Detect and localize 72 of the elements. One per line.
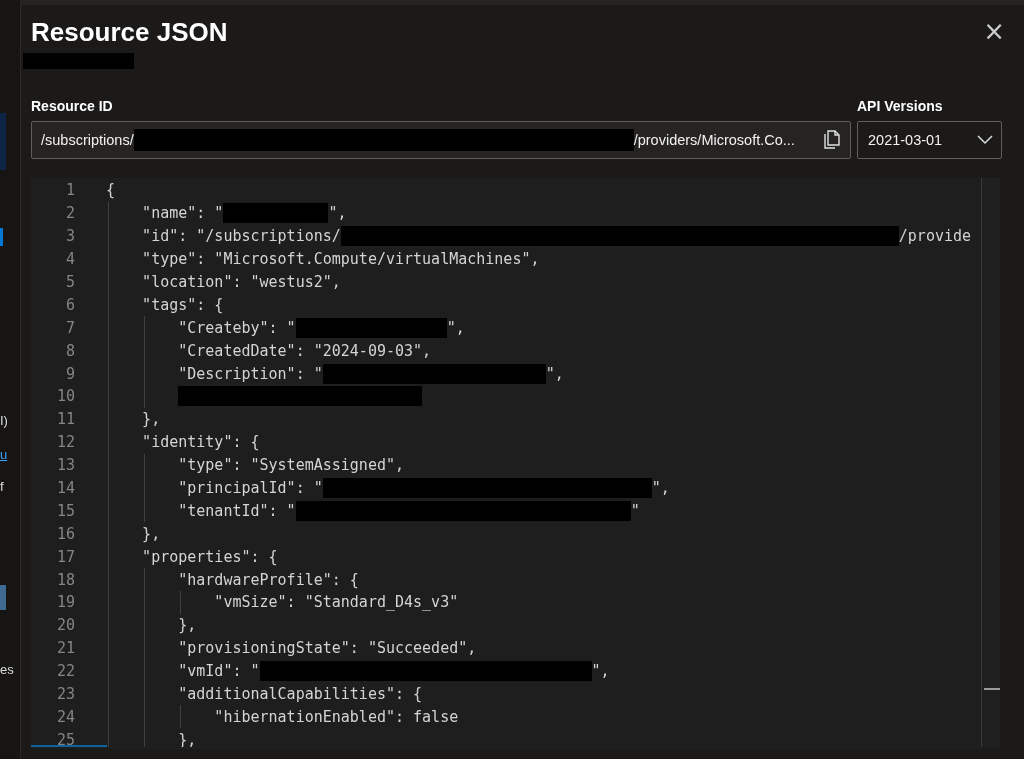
code-text: "identity": { <box>141 433 260 452</box>
line-number: 7 <box>64 318 75 337</box>
line-number: 9 <box>64 364 75 383</box>
code-text: "id": "/subscriptions/ <box>141 227 341 246</box>
code-text: "additionalCapabilities": { <box>177 685 423 704</box>
code-text: }, <box>177 616 197 635</box>
resource-id-field[interactable]: /subscriptions/ /providers/Microsoft.Co... <box>31 121 851 159</box>
line-number: 23 <box>55 685 75 704</box>
background-text: I) <box>0 413 8 429</box>
code-text: "CreatedDate": "2024-09-03", <box>177 341 432 360</box>
code-text: ", <box>328 204 347 223</box>
line-number: 6 <box>64 295 75 314</box>
close-button[interactable]: × <box>983 17 1005 45</box>
line-number: 13 <box>55 456 75 475</box>
code-text: ", <box>651 479 670 497</box>
background-text: f <box>0 479 4 495</box>
line-number: 11 <box>55 410 75 429</box>
code-text: "hardwareProfile": { <box>177 570 359 589</box>
copy-icon[interactable] <box>824 130 842 150</box>
api-version-dropdown[interactable]: 2021-03-01 <box>857 121 1002 159</box>
field-label: Resource ID <box>31 97 114 115</box>
background-text: es <box>0 662 14 678</box>
line-number: 1 <box>64 181 75 200</box>
code-text: "tenantId": " <box>177 501 296 520</box>
panel-title: Resource JSON <box>31 16 228 49</box>
code-text: }, <box>141 524 161 543</box>
line-number: 12 <box>55 433 75 452</box>
selection-bar <box>0 228 3 246</box>
line-number: 14 <box>55 479 75 497</box>
code-text: ", <box>446 318 465 337</box>
line-number: 3 <box>64 227 75 246</box>
line-number: 19 <box>55 593 75 612</box>
line-number: 2 <box>64 204 75 223</box>
code-text: "hibernationEnabled": false <box>213 707 459 726</box>
line-number: 16 <box>55 524 75 543</box>
code-text: "type": "SystemAssigned", <box>177 456 404 475</box>
line-number: 24 <box>55 707 75 726</box>
line-number: 10 <box>55 387 75 406</box>
line-number: 22 <box>55 662 75 681</box>
line-number: 21 <box>55 639 75 658</box>
code-text: " <box>630 501 640 520</box>
field-label: API Versions <box>857 97 944 115</box>
code-text: ", <box>591 662 610 681</box>
code-text: ", <box>545 364 564 383</box>
code-text: "type": "Microsoft.Compute/virtualMachines", <box>141 250 540 269</box>
line-number: 15 <box>55 501 75 520</box>
chevron-down-icon <box>977 135 993 145</box>
code-text: /provide <box>898 227 972 246</box>
code-text: "Description": " <box>177 364 323 383</box>
background-panel <box>0 113 6 170</box>
line-number: 20 <box>55 616 75 635</box>
scrollbar[interactable] <box>981 178 1000 747</box>
code-text: }, <box>141 410 161 429</box>
code-text: "name": " <box>141 204 224 223</box>
code-editor[interactable] <box>31 178 1000 749</box>
line-number: 8 <box>64 341 75 360</box>
line-number: 17 <box>55 547 75 566</box>
code-text: "vmSize": "Standard_D4s_v3" <box>213 593 459 612</box>
code-text: }, <box>177 730 197 747</box>
code-text: "properties": { <box>141 547 278 566</box>
code-text: "principalId": " <box>177 479 323 497</box>
code-text: { <box>106 181 116 200</box>
code-text: "Createby": " <box>177 318 296 337</box>
code-text: "tags": { <box>141 295 224 314</box>
line-number: 25 <box>55 730 75 747</box>
code-text: "location": "westus2", <box>141 273 341 291</box>
line-number: 5 <box>64 273 75 291</box>
code-text: "vmId": " <box>177 662 260 681</box>
line-number: 4 <box>64 250 75 269</box>
line-number: 18 <box>55 570 75 589</box>
background-text: u <box>0 447 8 463</box>
code-text: "provisioningState": "Succeeded", <box>177 639 477 658</box>
